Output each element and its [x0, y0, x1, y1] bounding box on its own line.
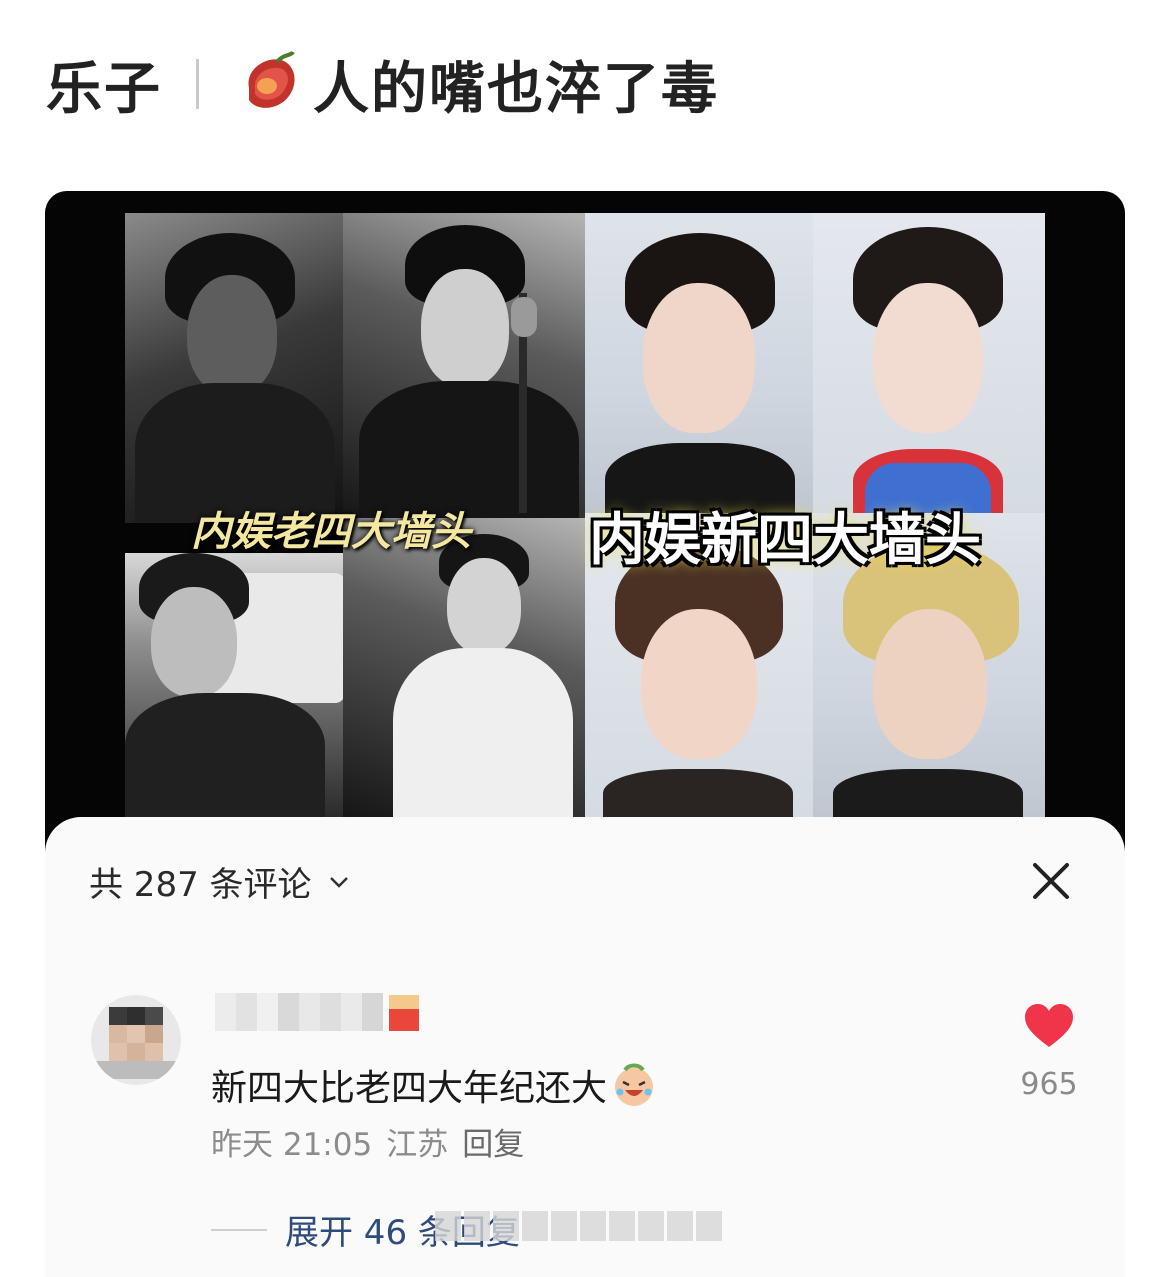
photo-old-3: [125, 553, 343, 817]
post-title: 人的嘴也淬了毒: [313, 56, 719, 122]
photo-old-2: [343, 213, 585, 518]
post-header: 乐子 人的嘴也淬了毒: [46, 44, 719, 124]
close-icon[interactable]: [1029, 859, 1073, 903]
caption-new-four: 内娱新四大墙头: [589, 508, 981, 573]
expand-line: [211, 1228, 267, 1231]
photo-collage: 内娱老四大墙头 内娱新四大墙头: [125, 213, 1045, 817]
comment-time: 昨天 21:05: [211, 1127, 373, 1163]
comment-location: 江苏: [386, 1127, 449, 1163]
photo-new-1: [585, 213, 813, 513]
comment-text-row: 新四大比老四大年纪还大: [211, 1059, 657, 1111]
watermark-blurred: [435, 1205, 725, 1247]
photo-new-2: [813, 213, 1045, 513]
comment-meta: 昨天 21:05 江苏 回复: [211, 1119, 524, 1164]
like-count: 965: [1020, 1067, 1078, 1102]
header-divider: [196, 59, 199, 109]
caption-old-four: 内娱老四大墙头: [191, 509, 471, 555]
sweet-potato-icon: [248, 50, 295, 108]
chevron-down-icon: [329, 876, 348, 888]
comment-sheet: 共 287 条评论 新四大比老四大年纪还大 昨天 21:05 江苏 回复 965…: [45, 817, 1125, 1277]
reply-button[interactable]: 回复: [462, 1119, 524, 1164]
like-control: 965: [1019, 1003, 1079, 1102]
heart-icon[interactable]: [1023, 1003, 1075, 1049]
user-badge-icon: [389, 995, 419, 1031]
laughing-crying-emoji-icon: [615, 1063, 654, 1106]
comment-text: 新四大比老四大年纪还大: [211, 1068, 608, 1109]
photo-old-4: [343, 518, 585, 817]
comment-count-toggle[interactable]: 共 287 条评论: [89, 857, 352, 906]
avatar[interactable]: [91, 995, 181, 1085]
comment-count: 共 287 条评论: [89, 865, 312, 905]
category-label[interactable]: 乐子: [46, 44, 162, 125]
photo-old-1: [125, 213, 343, 523]
